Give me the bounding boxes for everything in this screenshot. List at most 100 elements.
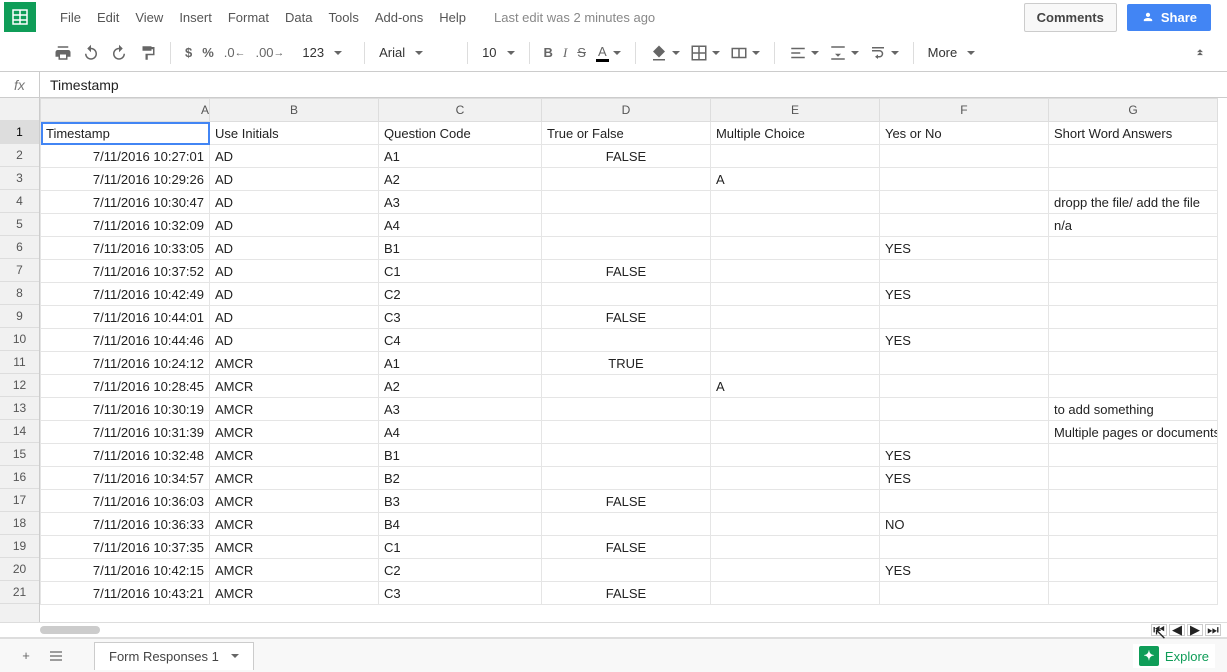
cell[interactable]: Yes or No <box>879 122 1048 145</box>
cell[interactable]: YES <box>879 237 1048 260</box>
cell[interactable]: True or False <box>541 122 710 145</box>
cell[interactable] <box>1048 168 1217 191</box>
cell[interactable] <box>1048 559 1217 582</box>
cell[interactable] <box>1048 329 1217 352</box>
cell[interactable]: C1 <box>379 536 542 559</box>
cell[interactable]: AMCR <box>210 352 379 375</box>
cell[interactable]: 7/11/2016 10:24:12 <box>41 352 210 375</box>
cell[interactable] <box>710 582 879 605</box>
cell[interactable] <box>710 191 879 214</box>
cell[interactable]: YES <box>879 467 1048 490</box>
redo-icon[interactable] <box>110 44 128 62</box>
cell[interactable]: dropp the file/ add the file <box>1048 191 1217 214</box>
cell[interactable]: B3 <box>379 490 542 513</box>
cell[interactable]: A1 <box>379 352 542 375</box>
cell[interactable]: Multiple pages or documents <box>1048 421 1217 444</box>
cell[interactable] <box>710 214 879 237</box>
cell[interactable] <box>541 559 710 582</box>
cell[interactable]: FALSE <box>541 145 710 168</box>
cell[interactable]: A4 <box>379 214 542 237</box>
cell[interactable] <box>879 260 1048 283</box>
col-header[interactable]: G <box>1048 99 1217 122</box>
formula-value[interactable]: Timestamp <box>40 77 119 93</box>
cell[interactable]: AMCR <box>210 398 379 421</box>
cell[interactable]: A <box>710 375 879 398</box>
cell[interactable] <box>879 191 1048 214</box>
collapse-toolbar-icon[interactable] <box>1193 44 1217 61</box>
h-align-icon[interactable] <box>789 44 819 62</box>
font-size-select[interactable]: 10 <box>474 42 522 63</box>
cell[interactable]: A3 <box>379 191 542 214</box>
cell[interactable]: A <box>710 168 879 191</box>
cell[interactable]: Multiple Choice <box>710 122 879 145</box>
col-header[interactable]: F <box>879 99 1048 122</box>
cell[interactable]: FALSE <box>541 536 710 559</box>
row-header[interactable]: 2 <box>0 144 39 167</box>
cell[interactable]: FALSE <box>541 306 710 329</box>
cell[interactable] <box>541 444 710 467</box>
cell[interactable] <box>879 352 1048 375</box>
cell[interactable] <box>710 398 879 421</box>
cell[interactable]: AD <box>210 145 379 168</box>
cell[interactable]: A1 <box>379 145 542 168</box>
cell[interactable] <box>879 375 1048 398</box>
cell[interactable]: 7/11/2016 10:30:47 <box>41 191 210 214</box>
col-header[interactable]: E <box>710 99 879 122</box>
menu-view[interactable]: View <box>135 10 163 25</box>
cell[interactable]: AMCR <box>210 536 379 559</box>
cell[interactable]: TRUE <box>541 352 710 375</box>
col-header[interactable]: C <box>379 99 542 122</box>
cell[interactable] <box>710 145 879 168</box>
explore-button[interactable]: ✦ Explore <box>1133 644 1215 668</box>
cell[interactable]: 7/11/2016 10:27:01 <box>41 145 210 168</box>
cell[interactable] <box>1048 283 1217 306</box>
cell[interactable]: 7/11/2016 10:28:45 <box>41 375 210 398</box>
cell[interactable]: 7/11/2016 10:33:05 <box>41 237 210 260</box>
cell[interactable]: to add something <box>1048 398 1217 421</box>
cell[interactable]: Question Code <box>379 122 542 145</box>
cell[interactable] <box>1048 582 1217 605</box>
decimal-decrease-icon[interactable]: .0← <box>224 45 246 60</box>
currency-icon[interactable]: $ <box>185 45 192 60</box>
cell[interactable]: AMCR <box>210 582 379 605</box>
row-header[interactable]: 1 <box>0 121 39 144</box>
sheet-tab[interactable]: Form Responses 1 <box>94 642 254 670</box>
scroll-prev-icon[interactable]: ◀ <box>1169 624 1185 636</box>
cell[interactable] <box>1048 513 1217 536</box>
cell[interactable] <box>1048 352 1217 375</box>
undo-icon[interactable] <box>82 44 100 62</box>
cell[interactable]: C3 <box>379 582 542 605</box>
row-header[interactable]: 10 <box>0 328 39 351</box>
cell[interactable] <box>541 168 710 191</box>
cell[interactable]: FALSE <box>541 582 710 605</box>
cell[interactable] <box>541 467 710 490</box>
row-header[interactable]: 19 <box>0 535 39 558</box>
cell[interactable]: 7/11/2016 10:32:48 <box>41 444 210 467</box>
cell[interactable]: C4 <box>379 329 542 352</box>
row-header[interactable]: 4 <box>0 190 39 213</box>
cell[interactable] <box>879 582 1048 605</box>
cell[interactable] <box>1048 490 1217 513</box>
cell[interactable] <box>879 490 1048 513</box>
cell[interactable]: 7/11/2016 10:36:33 <box>41 513 210 536</box>
row-header[interactable]: 13 <box>0 397 39 420</box>
cell[interactable] <box>879 421 1048 444</box>
cell[interactable] <box>710 352 879 375</box>
row-header[interactable]: 14 <box>0 420 39 443</box>
cell[interactable]: AD <box>210 214 379 237</box>
horizontal-scrollbar[interactable]: ⏮ ◀ ▶ ⏭ <box>0 622 1227 638</box>
cell[interactable]: n/a <box>1048 214 1217 237</box>
cell[interactable] <box>541 375 710 398</box>
cell[interactable]: FALSE <box>541 490 710 513</box>
cell[interactable]: AD <box>210 283 379 306</box>
row-header[interactable]: 20 <box>0 558 39 581</box>
cell[interactable]: AD <box>210 191 379 214</box>
cell[interactable] <box>1048 467 1217 490</box>
row-header[interactable]: 11 <box>0 351 39 374</box>
cell[interactable]: B1 <box>379 237 542 260</box>
cell[interactable]: B2 <box>379 467 542 490</box>
cell[interactable]: C2 <box>379 559 542 582</box>
number-format-select[interactable]: 123 <box>294 42 350 63</box>
menu-tools[interactable]: Tools <box>328 10 358 25</box>
cell[interactable]: C1 <box>379 260 542 283</box>
